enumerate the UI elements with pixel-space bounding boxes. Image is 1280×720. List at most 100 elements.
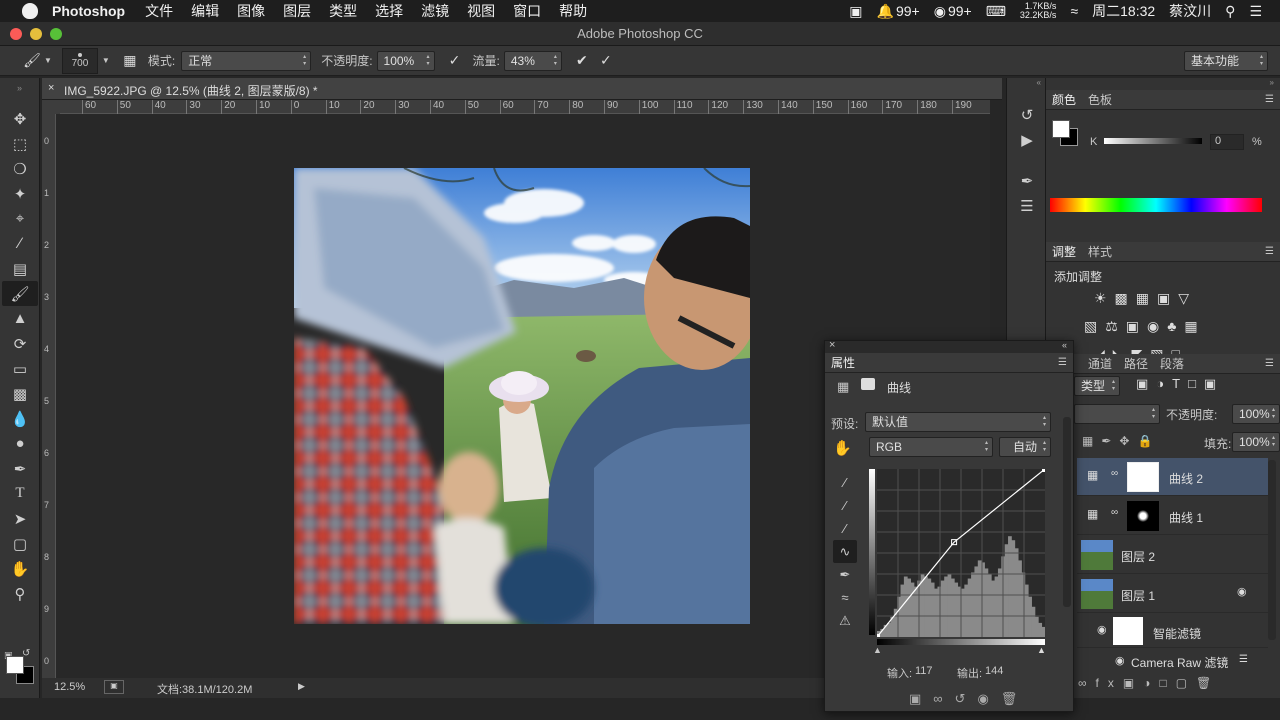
zoom-tool-icon[interactable]: ⚲	[2, 581, 38, 606]
layer-thumbnail[interactable]	[1081, 540, 1113, 570]
tab-properties[interactable]: 属性	[825, 354, 861, 371]
curves-adjust-icon[interactable]: ▦	[837, 379, 849, 395]
blur-tool-icon[interactable]: 💧	[2, 406, 38, 431]
color-fg-swatch[interactable]	[1052, 120, 1070, 138]
toolbox-collapse-icon[interactable]: »	[0, 78, 39, 106]
search-icon[interactable]: ⚲	[1225, 3, 1235, 20]
type-tool-icon[interactable]: T	[2, 481, 38, 506]
flow-input[interactable]: 43%	[503, 50, 562, 71]
fill-input[interactable]: 100%	[1232, 432, 1280, 452]
document-photo[interactable]	[294, 168, 750, 624]
brush-tool-icon[interactable]: 🖌	[2, 281, 38, 306]
zoom-level[interactable]: 12.5%	[54, 681, 85, 693]
workspace-select[interactable]: 基本功能	[1184, 51, 1268, 71]
airbrush-icon[interactable]: ✔	[570, 49, 594, 73]
menu-type[interactable]: 类型	[329, 1, 357, 21]
color-ramp[interactable]	[1050, 198, 1262, 212]
targeted-adjust-icon[interactable]: ✋	[833, 439, 852, 457]
menu-app-name[interactable]: Photoshop	[52, 3, 125, 19]
tab-color[interactable]: 颜色	[1046, 91, 1082, 108]
chain-link-icon[interactable]: ∞	[1111, 468, 1118, 479]
layer-filter-icons[interactable]: ▣◑T□▣	[1136, 376, 1224, 392]
layer-name[interactable]: 曲线 1	[1169, 509, 1203, 526]
menu-view[interactable]: 视图	[467, 1, 495, 21]
curves-graph[interactable]	[877, 469, 1045, 637]
rectangle-tool-icon[interactable]: ▢	[2, 531, 38, 556]
menu-image[interactable]: 图像	[237, 1, 265, 21]
panel-menu-icon[interactable]: ☰	[1052, 357, 1073, 368]
status-info-icon[interactable]: ▣	[104, 680, 124, 694]
properties-header[interactable]: × «	[825, 339, 1073, 353]
clock[interactable]: 周二18:32	[1092, 1, 1155, 21]
dropdown-arrow-icon[interactable]: ▼	[102, 56, 110, 65]
eyedropper-tool-icon[interactable]: ∕	[2, 231, 38, 256]
menu-select[interactable]: 选择	[375, 1, 403, 21]
layer-opacity-input[interactable]: 100%	[1232, 404, 1280, 424]
menu-filter[interactable]: 滤镜	[421, 1, 449, 21]
lasso-tool-icon[interactable]: ❍	[2, 156, 38, 181]
layer-row-layer-2[interactable]: 图层 2	[1077, 536, 1268, 574]
opacity-input[interactable]: 100%	[376, 50, 435, 71]
k-slider[interactable]	[1104, 138, 1202, 144]
layer-name[interactable]: 智能滤镜	[1153, 625, 1201, 642]
smart-filter-mask-thumbnail[interactable]	[1113, 617, 1143, 645]
history-panel-icon[interactable]: ↺	[1009, 102, 1045, 127]
input-icon[interactable]: ⌨	[986, 3, 1006, 20]
adjustments-sliders-icon[interactable]: ☰	[1009, 193, 1045, 218]
layer-thumbnail[interactable]	[1081, 579, 1113, 609]
tab-paths[interactable]: 路径	[1124, 355, 1148, 372]
chain-link-icon[interactable]: ∞	[1111, 507, 1118, 518]
close-tab-icon[interactable]: ×	[48, 82, 54, 94]
gradient-tool-icon[interactable]: ▩	[2, 381, 38, 406]
path-select-tool-icon[interactable]: ➤	[2, 506, 38, 531]
mode-select[interactable]: 正常	[181, 50, 312, 71]
menu-help[interactable]: 帮助	[559, 1, 587, 21]
visibility-eye-icon[interactable]: ◉	[1115, 654, 1125, 667]
tab-paragraph[interactable]: 段落	[1160, 355, 1184, 372]
pressure-opacity-icon[interactable]: ✓	[443, 49, 467, 73]
channel-select[interactable]: RGB	[869, 437, 993, 457]
brush-preset-icon[interactable]: 🖌	[20, 49, 44, 73]
layer-name[interactable]: 曲线 2	[1169, 470, 1203, 487]
layer-kind-filter[interactable]: 类型	[1074, 376, 1120, 396]
layer-mask-thumbnail[interactable]	[1127, 501, 1159, 531]
layer-row-smart-filters[interactable]: ◉ 智能滤镜	[1077, 614, 1268, 648]
marquee-tool-icon[interactable]: ⬚	[2, 131, 38, 156]
layer-row-curves-1[interactable]: ▦ ∞ 曲线 1	[1077, 497, 1268, 535]
properties-scrollbar[interactable]	[1063, 417, 1071, 607]
user-name[interactable]: 蔡汶川	[1169, 1, 1211, 21]
clone-stamp-tool-icon[interactable]: ▲	[2, 306, 38, 331]
status-menu-arrow-icon[interactable]: ▶	[298, 681, 305, 692]
magic-wand-tool-icon[interactable]: ✦	[2, 181, 38, 206]
camera-icon[interactable]: ▣	[849, 3, 862, 20]
collapse-strip-icon[interactable]: «	[1007, 78, 1045, 92]
lock-icons[interactable]: ▦✒✥🔒	[1082, 434, 1160, 448]
pressure-size-icon[interactable]: ✓	[594, 49, 618, 73]
document-tab[interactable]: × IMG_5922.JPG @ 12.5% (曲线 2, 图层蒙版/8) *	[42, 78, 1002, 100]
layer-name[interactable]: 图层 1	[1121, 587, 1155, 604]
brush-presets-panel-icon[interactable]: ✒	[1009, 168, 1045, 193]
layer-row-layer-1[interactable]: 图层 1 ◉	[1077, 575, 1268, 613]
ruler-origin[interactable]	[42, 100, 60, 114]
properties-footer-icons[interactable]: ▣∞↺◉🗑	[909, 691, 1029, 707]
close-panel-icon[interactable]: ×	[829, 339, 835, 351]
tab-styles[interactable]: 样式	[1082, 243, 1118, 260]
panel-menu-icon[interactable]: ☰	[1259, 246, 1280, 257]
adjust-icons-row-2[interactable]: ▧⚖▣◉♣▦	[1084, 318, 1206, 335]
blend-mode-select[interactable]	[1074, 404, 1160, 424]
brush-panel-icon[interactable]: ▦	[118, 49, 142, 73]
brush-size-picker[interactable]: 700	[61, 47, 98, 74]
actions-panel-icon[interactable]: ▶	[1009, 127, 1045, 152]
eraser-tool-icon[interactable]: ▭	[2, 356, 38, 381]
foreground-color-swatch[interactable]	[6, 656, 24, 674]
black-point-eyedropper-icon[interactable]: ∕	[833, 471, 857, 494]
preset-select[interactable]: 默认值	[865, 412, 1051, 432]
tab-adjustments[interactable]: 调整	[1046, 243, 1082, 260]
panel-menu-icon[interactable]: ☰	[1265, 358, 1274, 369]
healing-brush-tool-icon[interactable]: ▤	[2, 256, 38, 281]
layers-footer-icons[interactable]: ∞fx▣◑□▢🗑	[1078, 676, 1278, 690]
menu-window[interactable]: 窗口	[513, 1, 541, 21]
move-tool-icon[interactable]: ✥	[2, 106, 38, 131]
menu-layer[interactable]: 图层	[283, 1, 311, 21]
notification-icon[interactable]: 🔔	[877, 3, 894, 20]
